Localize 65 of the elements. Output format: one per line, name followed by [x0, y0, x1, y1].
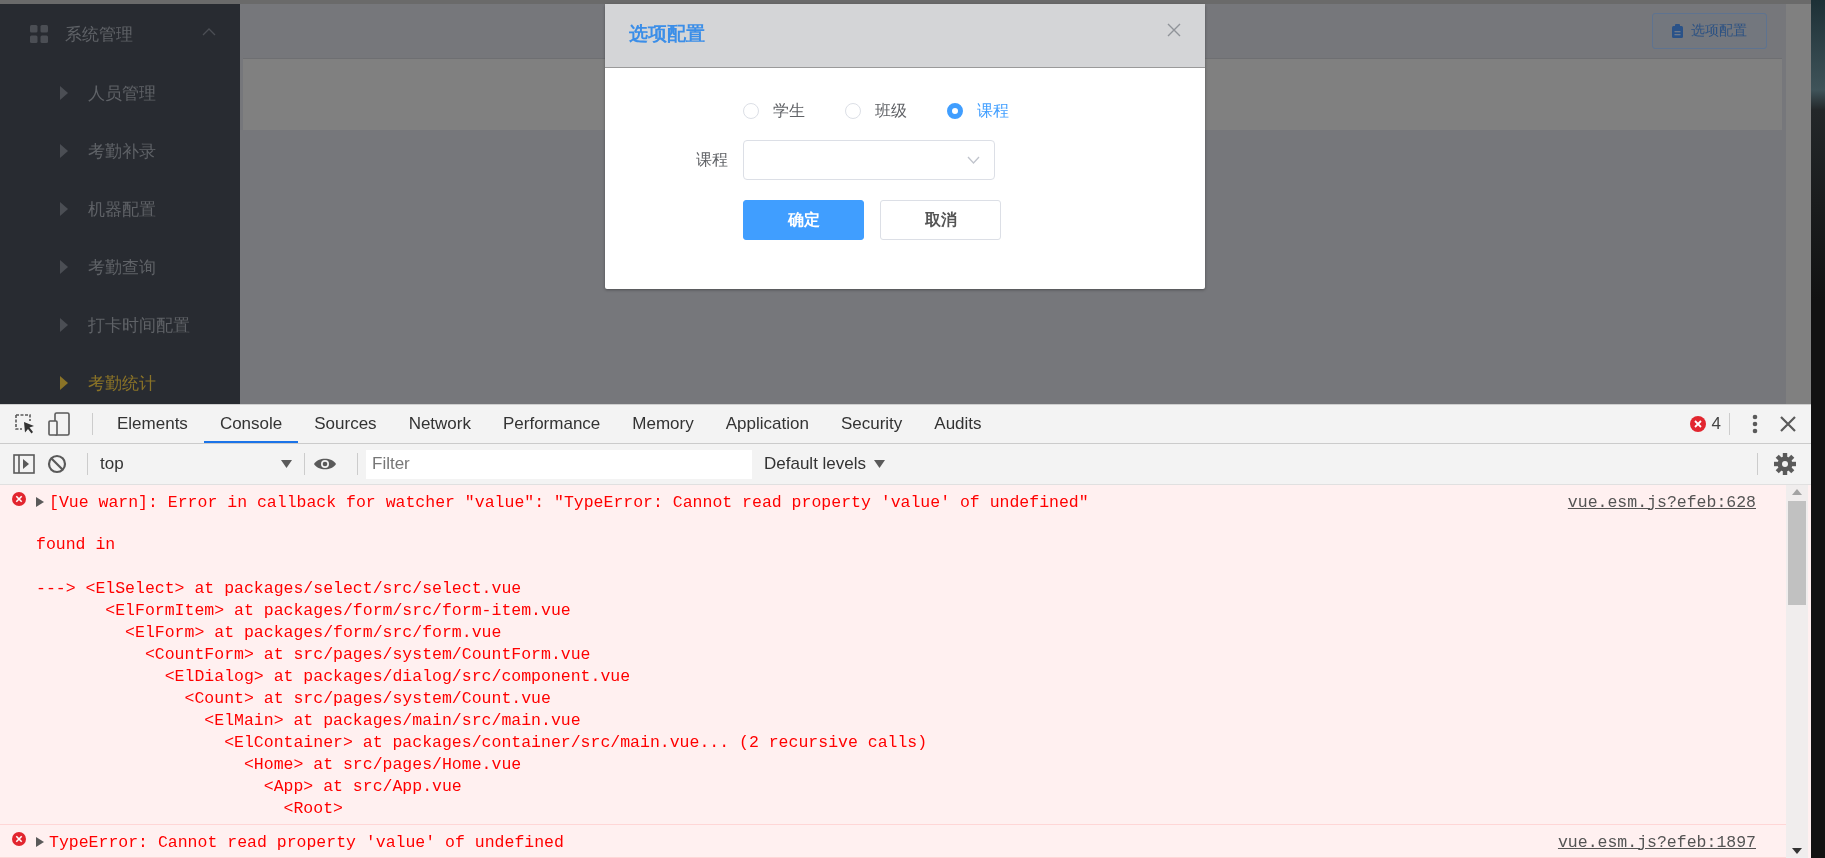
clipboard-icon	[1672, 24, 1683, 38]
source-link[interactable]: vue.esm.js?efeb:1897	[1557, 832, 1756, 852]
dialog-title: 选项配置	[629, 21, 705, 46]
devtools-tab[interactable]: Audits	[918, 405, 998, 443]
devtools-tab[interactable]: Sources	[298, 405, 393, 443]
sidebar-toggle-icon[interactable]	[13, 454, 35, 474]
caret-right-icon	[60, 86, 68, 100]
caret-right-icon	[60, 144, 68, 158]
log-text: found in	[35, 534, 117, 556]
trace-line: <ElMain> at packages/main/src/main.vue	[203, 710, 582, 732]
caret-right-icon	[60, 318, 68, 332]
devtools-tab[interactable]: Elements	[101, 405, 204, 443]
log-message: TypeError: Cannot read property 'value' of undefined	[49, 832, 564, 852]
trace-line: <CountForm> at src/pages/system/CountForm.vue	[143, 644, 592, 666]
caret-right-icon	[60, 260, 68, 274]
scroll-down-icon	[1792, 848, 1802, 854]
caret-right-icon[interactable]	[36, 837, 44, 847]
error-icon	[1689, 416, 1706, 432]
eye-icon[interactable]	[313, 457, 337, 471]
devtools-tab[interactable]: Security	[824, 405, 919, 443]
caret-right-icon	[60, 202, 68, 216]
trace-line: <Root>	[282, 798, 344, 820]
select-field[interactable]	[743, 140, 995, 180]
trace-line: <ElDialog> at packages/dialog/src/component.vue	[163, 666, 632, 688]
caret-right-icon	[60, 376, 68, 390]
radio-option[interactable]: 学生	[743, 99, 805, 123]
dropdown-arrow-icon	[874, 460, 886, 468]
error-icon	[12, 492, 26, 506]
cancel-button[interactable]: 取消	[880, 200, 1001, 240]
scrollbar-thumb[interactable]	[1788, 501, 1806, 605]
caret-right-icon[interactable]	[36, 497, 44, 507]
devtools-tab[interactable]: Performance	[487, 405, 617, 443]
devtools-tab[interactable]: Memory	[616, 405, 710, 443]
clear-console-icon[interactable]	[47, 454, 67, 474]
trace-line: <ElContainer> at packages/container/src/main.vue... (2 recursive calls)	[223, 732, 929, 754]
more-menu-icon[interactable]	[1752, 414, 1758, 434]
grid-icon	[30, 25, 48, 43]
context-select[interactable]: top	[96, 454, 296, 474]
radio-option[interactable]: 班级	[845, 99, 907, 123]
scrollbar[interactable]	[1786, 4, 1811, 404]
devtools-tab[interactable]: Network	[392, 405, 487, 443]
scroll-up-icon	[1792, 489, 1802, 495]
log-message: [Vue warn]: Error in callback for watcher "value": "TypeError: Cannot read property 'value' of undefined"	[49, 492, 1089, 512]
trace-line: <Count> at src/pages/system/Count.vue	[183, 688, 552, 710]
dropdown-arrow-icon	[281, 460, 292, 468]
chevron-up-icon	[202, 28, 216, 36]
scrollbar[interactable]	[1786, 485, 1808, 858]
settings-icon[interactable]	[1774, 453, 1796, 475]
trace-line: <ElForm> at packages/form/src/form.vue	[124, 622, 503, 644]
filter-field[interactable]: Filter	[366, 449, 752, 479]
levels-dropdown[interactable]: Default levels	[764, 454, 886, 474]
inspect-icon[interactable]	[14, 413, 36, 435]
device-icon[interactable]	[48, 412, 72, 436]
trace-line: <ElFormItem> at packages/form/src/form-item.vue	[104, 600, 572, 622]
devtools-tab[interactable]: Application	[709, 405, 825, 443]
error-counter[interactable]: 4	[1689, 414, 1721, 434]
devtools-tab[interactable]: Console	[203, 405, 299, 443]
source-link[interactable]: vue.esm.js?efeb:628	[1567, 492, 1756, 512]
close-icon[interactable]	[1780, 416, 1796, 432]
field-label: 课程	[695, 149, 729, 170]
trace-line: ---> <ElSelect> at packages/select/src/select.vue	[36, 578, 523, 600]
error-icon	[12, 832, 26, 846]
trace-line: <App> at src/App.vue	[262, 776, 463, 798]
chevron-down-icon	[967, 156, 980, 164]
trace-line: <Home> at src/pages/Home.vue	[242, 754, 523, 776]
